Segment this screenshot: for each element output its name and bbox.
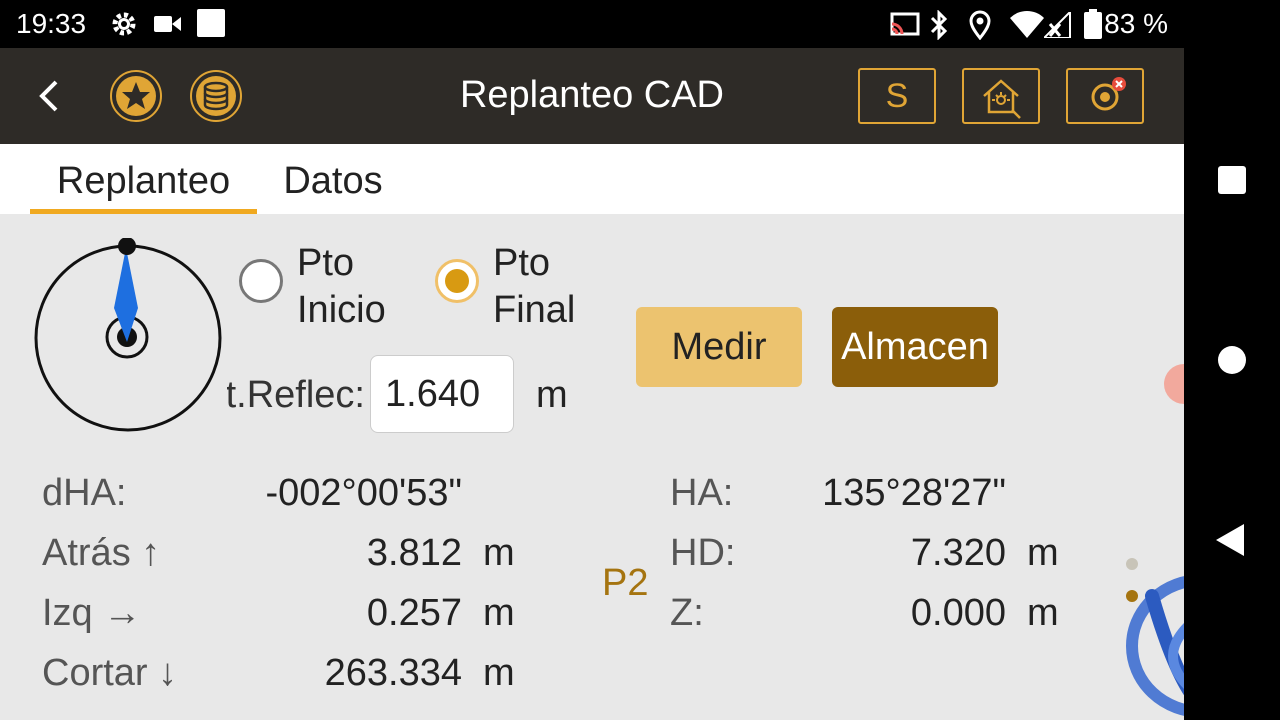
recents-square-icon[interactable] — [1218, 166, 1246, 194]
reflector-height-label: t.Reflec: — [227, 374, 365, 416]
favorites-button[interactable] — [110, 70, 162, 122]
stakeout-panel: Pto Inicio Pto Final Medir Almacen t.Refle… — [0, 214, 1204, 720]
house-settings-button[interactable] — [962, 68, 1040, 124]
izq-value: 0.257 — [366, 592, 462, 634]
z-unit: m — [1027, 592, 1059, 634]
bluetooth-icon — [930, 10, 948, 40]
compass-north-dot — [118, 238, 136, 255]
cortar-unit: m — [483, 652, 515, 694]
star-icon — [116, 76, 156, 116]
battery-icon — [1084, 9, 1102, 39]
database-icon — [196, 76, 236, 116]
location-icon — [969, 10, 991, 40]
cast-icon — [890, 12, 920, 36]
hd-label: HD: — [670, 532, 736, 574]
izq-label: Izq → — [42, 592, 142, 634]
radio-pto-final-label: Pto Final — [493, 242, 576, 331]
hd-unit: m — [1027, 532, 1059, 574]
back-triangle-icon[interactable] — [1214, 522, 1248, 558]
target-icon — [1091, 77, 1126, 111]
s-button-label: S — [885, 77, 909, 115]
app-bar: Replanteo CAD S — [0, 48, 1184, 144]
z-value: 0.000 — [910, 592, 1006, 634]
reflector-label-wrap: t.Reflec: — [227, 372, 365, 420]
target-button[interactable] — [1066, 68, 1144, 124]
store-button[interactable]: Almacen — [832, 307, 998, 387]
back-arrow-icon[interactable] — [30, 76, 70, 116]
point-label: P2 — [602, 562, 649, 604]
dha-value: -002°00'53" — [265, 472, 462, 514]
tab-datos[interactable]: Datos — [270, 144, 396, 214]
tab-bar: Replanteo Datos — [0, 144, 1184, 214]
atras-value: 3.812 — [366, 532, 462, 574]
house-light-icon — [983, 79, 1021, 119]
radio-pto-final[interactable] — [435, 259, 479, 303]
battery-percentage: 83 % — [1104, 8, 1168, 39]
wifi-icon — [1010, 10, 1044, 38]
compass-needle — [114, 248, 138, 342]
status-bar: 19:33 83 % — [0, 0, 1184, 48]
home-circle-icon[interactable] — [1218, 346, 1246, 374]
s-button[interactable]: S — [858, 68, 936, 124]
system-nav-bar — [1184, 0, 1280, 720]
measure-button[interactable]: Medir — [636, 307, 802, 387]
ha-label: HA: — [670, 472, 734, 514]
hd-value: 7.320 — [910, 532, 1006, 574]
izq-unit: m — [483, 592, 515, 634]
z-label: Z: — [670, 592, 704, 634]
atras-label: Atrás ↑ — [42, 532, 161, 574]
dha-label: dHA: — [42, 472, 127, 514]
radio-pto-inicio[interactable] — [239, 259, 283, 303]
cortar-label: Cortar ↓ — [42, 652, 178, 694]
radio-pto-inicio-label: Pto Inicio — [297, 242, 386, 331]
reflector-height-input[interactable] — [370, 355, 514, 433]
video-camera-icon — [154, 16, 181, 32]
notification-square-icon — [197, 9, 225, 37]
atras-unit: m — [483, 532, 515, 574]
signal-icon — [1044, 12, 1071, 38]
gear-icon — [112, 12, 136, 36]
tab-replanteo[interactable]: Replanteo — [30, 144, 257, 214]
radio-selected-dot — [445, 269, 469, 293]
database-button[interactable] — [190, 70, 242, 122]
compass-graphic — [34, 238, 222, 432]
page-title: Replanteo CAD — [459, 74, 725, 116]
cortar-value: 263.334 — [324, 652, 462, 694]
status-time: 19:33 — [16, 8, 87, 39]
ha-value: 135°28'27" — [822, 472, 1006, 514]
reflector-height-unit: m — [536, 374, 568, 416]
